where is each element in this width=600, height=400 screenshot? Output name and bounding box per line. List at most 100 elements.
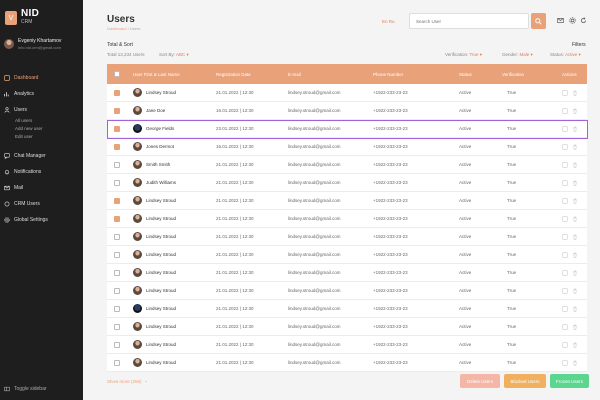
- column-header-status[interactable]: Status: [459, 64, 472, 84]
- edit-icon[interactable]: [562, 161, 568, 168]
- edit-icon[interactable]: [562, 233, 568, 240]
- row-checkbox[interactable]: [114, 102, 120, 119]
- table-row[interactable]: Jane Doe 16.01.2022 | 12:30 lindsey.stro…: [107, 102, 587, 120]
- edit-icon[interactable]: [562, 305, 568, 312]
- user-cell[interactable]: Lindsey Stroud: [133, 228, 176, 245]
- edit-icon[interactable]: [562, 323, 568, 330]
- row-checkbox[interactable]: [114, 228, 120, 245]
- trash-icon[interactable]: [572, 198, 578, 204]
- user-cell[interactable]: Lindsey Stroud: [133, 300, 176, 317]
- user-cell[interactable]: Smith Smith: [133, 156, 170, 173]
- edit-icon[interactable]: [562, 341, 568, 348]
- trash-icon[interactable]: [572, 162, 578, 168]
- sidebar-item-mail[interactable]: Mail: [4, 184, 23, 192]
- refresh-header-button[interactable]: [580, 17, 587, 24]
- row-checkbox[interactable]: [114, 174, 120, 191]
- breadcrumb-home[interactable]: Dashboard: [107, 26, 127, 31]
- row-checkbox[interactable]: [114, 120, 120, 137]
- user-cell[interactable]: Jones Dermot: [133, 138, 174, 155]
- row-checkbox[interactable]: [114, 84, 120, 101]
- edit-icon[interactable]: [562, 125, 568, 132]
- trash-icon[interactable]: [572, 342, 578, 348]
- user-cell[interactable]: Lindsey Stroud: [133, 246, 176, 263]
- sidebar-subitem-all-users[interactable]: All users: [15, 118, 32, 123]
- trash-icon[interactable]: [572, 306, 578, 312]
- frozen-users-button[interactable]: Frozen Users: [550, 374, 589, 388]
- user-cell[interactable]: Judith Williams: [133, 174, 176, 191]
- edit-icon[interactable]: [562, 251, 568, 258]
- edit-icon[interactable]: [562, 179, 568, 186]
- user-cell[interactable]: Lindsey Stroud: [133, 192, 176, 209]
- column-header-name[interactable]: User First & Last Name: [133, 64, 180, 84]
- trash-icon[interactable]: [572, 324, 578, 330]
- table-row[interactable]: Judith Williams 21.01.2022 | 12:30 linds…: [107, 174, 587, 192]
- search-input[interactable]: [409, 13, 529, 29]
- table-row[interactable]: George Fields 23.01.2022 | 12:30 lindsey…: [107, 120, 587, 138]
- edit-icon[interactable]: [562, 197, 568, 204]
- user-cell[interactable]: Lindsey Stroud: [133, 264, 176, 281]
- edit-icon[interactable]: [562, 287, 568, 294]
- table-row[interactable]: Lindsey Stroud 21.01.2022 | 12:30 lindse…: [107, 318, 587, 336]
- row-checkbox[interactable]: [114, 354, 120, 371]
- table-row[interactable]: Lindsey Stroud 21.01.2022 | 12:30 lindse…: [107, 354, 587, 372]
- search-button[interactable]: [531, 13, 546, 29]
- trash-icon[interactable]: [572, 126, 578, 132]
- user-profile[interactable]: Evgeniy Khartamov info.nid.crm@gmail.com: [4, 38, 61, 50]
- user-cell[interactable]: Lindsey Stroud: [133, 318, 176, 335]
- table-row[interactable]: Lindsey Stroud 21.01.2022 | 12:30 lindse…: [107, 300, 587, 318]
- trash-icon[interactable]: [572, 252, 578, 258]
- edit-icon[interactable]: [562, 143, 568, 150]
- sidebar-item-users[interactable]: Users: [4, 106, 27, 114]
- table-row[interactable]: Lindsey Stroud 21.01.2022 | 12:30 lindse…: [107, 336, 587, 354]
- edit-icon[interactable]: [562, 359, 568, 366]
- user-cell[interactable]: Lindsey Stroud: [133, 336, 176, 353]
- row-checkbox[interactable]: [114, 264, 120, 281]
- table-row[interactable]: Lindsey Stroud 21.01.2022 | 12:30 lindse…: [107, 192, 587, 210]
- mail-header-button[interactable]: [557, 17, 564, 24]
- language-switch[interactable]: En Ru: [382, 19, 395, 24]
- delete-users-button[interactable]: Delete Users: [460, 374, 500, 388]
- user-cell[interactable]: Lindsey Stroud: [133, 210, 176, 227]
- table-row[interactable]: Lindsey Stroud 21.01.2022 | 12:30 lindse…: [107, 210, 587, 228]
- table-row[interactable]: Lindsey Stroud 21.01.2022 | 12:30 lindse…: [107, 282, 587, 300]
- table-row[interactable]: Lindsey Stroud 21.01.2022 | 12:30 lindse…: [107, 264, 587, 282]
- user-cell[interactable]: Lindsey Stroud: [133, 282, 176, 299]
- blocked-users-button[interactable]: Blocked Users: [504, 374, 546, 388]
- user-cell[interactable]: Jane Doe: [133, 102, 165, 119]
- user-cell[interactable]: Lindsey Stroud: [133, 354, 176, 371]
- row-checkbox[interactable]: [114, 282, 120, 299]
- row-checkbox[interactable]: [114, 336, 120, 353]
- trash-icon[interactable]: [572, 108, 578, 114]
- toggle-sidebar-button[interactable]: Toggle sidebar: [4, 386, 47, 392]
- sidebar-item-analytics[interactable]: Analytics: [4, 90, 34, 98]
- row-checkbox[interactable]: [114, 210, 120, 227]
- verification-filter[interactable]: Verification: True ▾: [445, 52, 482, 58]
- edit-icon[interactable]: [562, 107, 568, 114]
- edit-icon[interactable]: [562, 89, 568, 96]
- row-checkbox[interactable]: [114, 192, 120, 209]
- edit-icon[interactable]: [562, 269, 568, 276]
- brand-logo[interactable]: V NID CRM: [5, 9, 39, 25]
- edit-icon[interactable]: [562, 215, 568, 222]
- settings-header-button[interactable]: [569, 17, 576, 24]
- gender-filter[interactable]: Gender: Male ▾: [502, 52, 533, 58]
- table-row[interactable]: Jones Dermot 16.01.2022 | 12:30 lindsey.…: [107, 138, 587, 156]
- trash-icon[interactable]: [572, 216, 578, 222]
- sort-dropdown[interactable]: Sort By: ABC ▾: [159, 52, 189, 58]
- table-row[interactable]: Lindsey Stroud 21.01.2022 | 12:30 lindse…: [107, 246, 587, 264]
- table-row[interactable]: Lindsey Stroud 21.01.2022 | 12:30 lindse…: [107, 84, 587, 102]
- show-more-link[interactable]: Show more (256) ⌄: [107, 378, 148, 384]
- trash-icon[interactable]: [572, 180, 578, 186]
- column-header-verification[interactable]: Verification: [502, 64, 524, 84]
- row-checkbox[interactable]: [114, 318, 120, 335]
- trash-icon[interactable]: [572, 288, 578, 294]
- column-header-date[interactable]: Registration Date: [216, 64, 251, 84]
- row-checkbox[interactable]: [114, 246, 120, 263]
- trash-icon[interactable]: [572, 144, 578, 150]
- sidebar-item-settings[interactable]: Global Settings: [4, 216, 48, 224]
- sidebar-subitem-edit-user[interactable]: Edit user: [15, 134, 33, 139]
- row-checkbox[interactable]: [114, 300, 120, 317]
- column-header-email[interactable]: E-mail: [288, 64, 301, 84]
- select-all-checkbox[interactable]: [114, 64, 120, 84]
- status-filter[interactable]: Status: Active ▾: [550, 52, 581, 58]
